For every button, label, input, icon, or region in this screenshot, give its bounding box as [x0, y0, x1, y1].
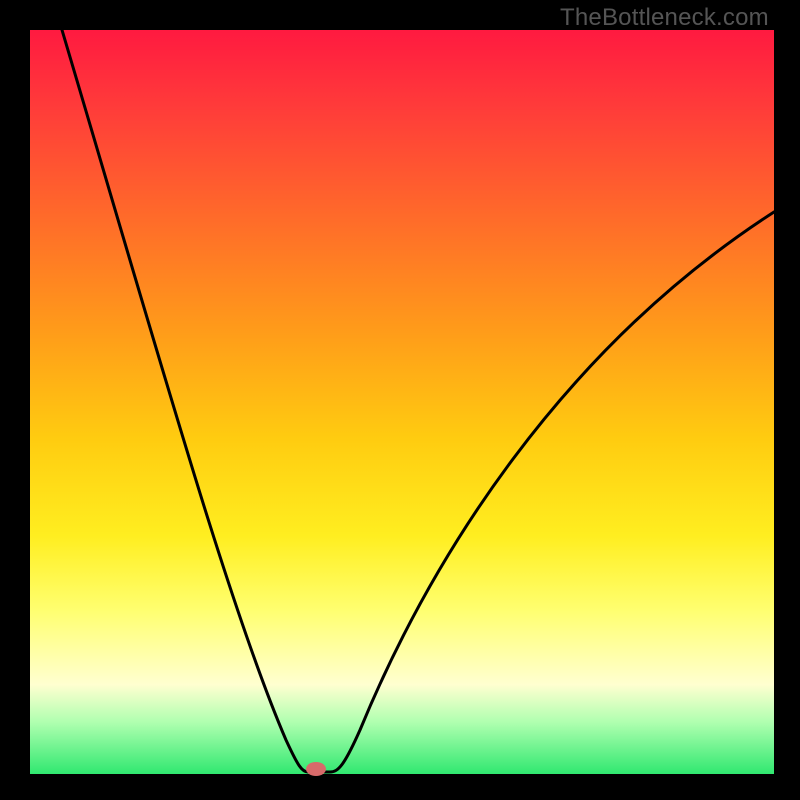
- optimum-marker: [306, 762, 326, 776]
- outer-frame: TheBottleneck.com: [0, 0, 800, 800]
- bottleneck-curve: [0, 0, 800, 800]
- watermark-text: TheBottleneck.com: [560, 4, 769, 32]
- curve-path: [62, 30, 774, 772]
